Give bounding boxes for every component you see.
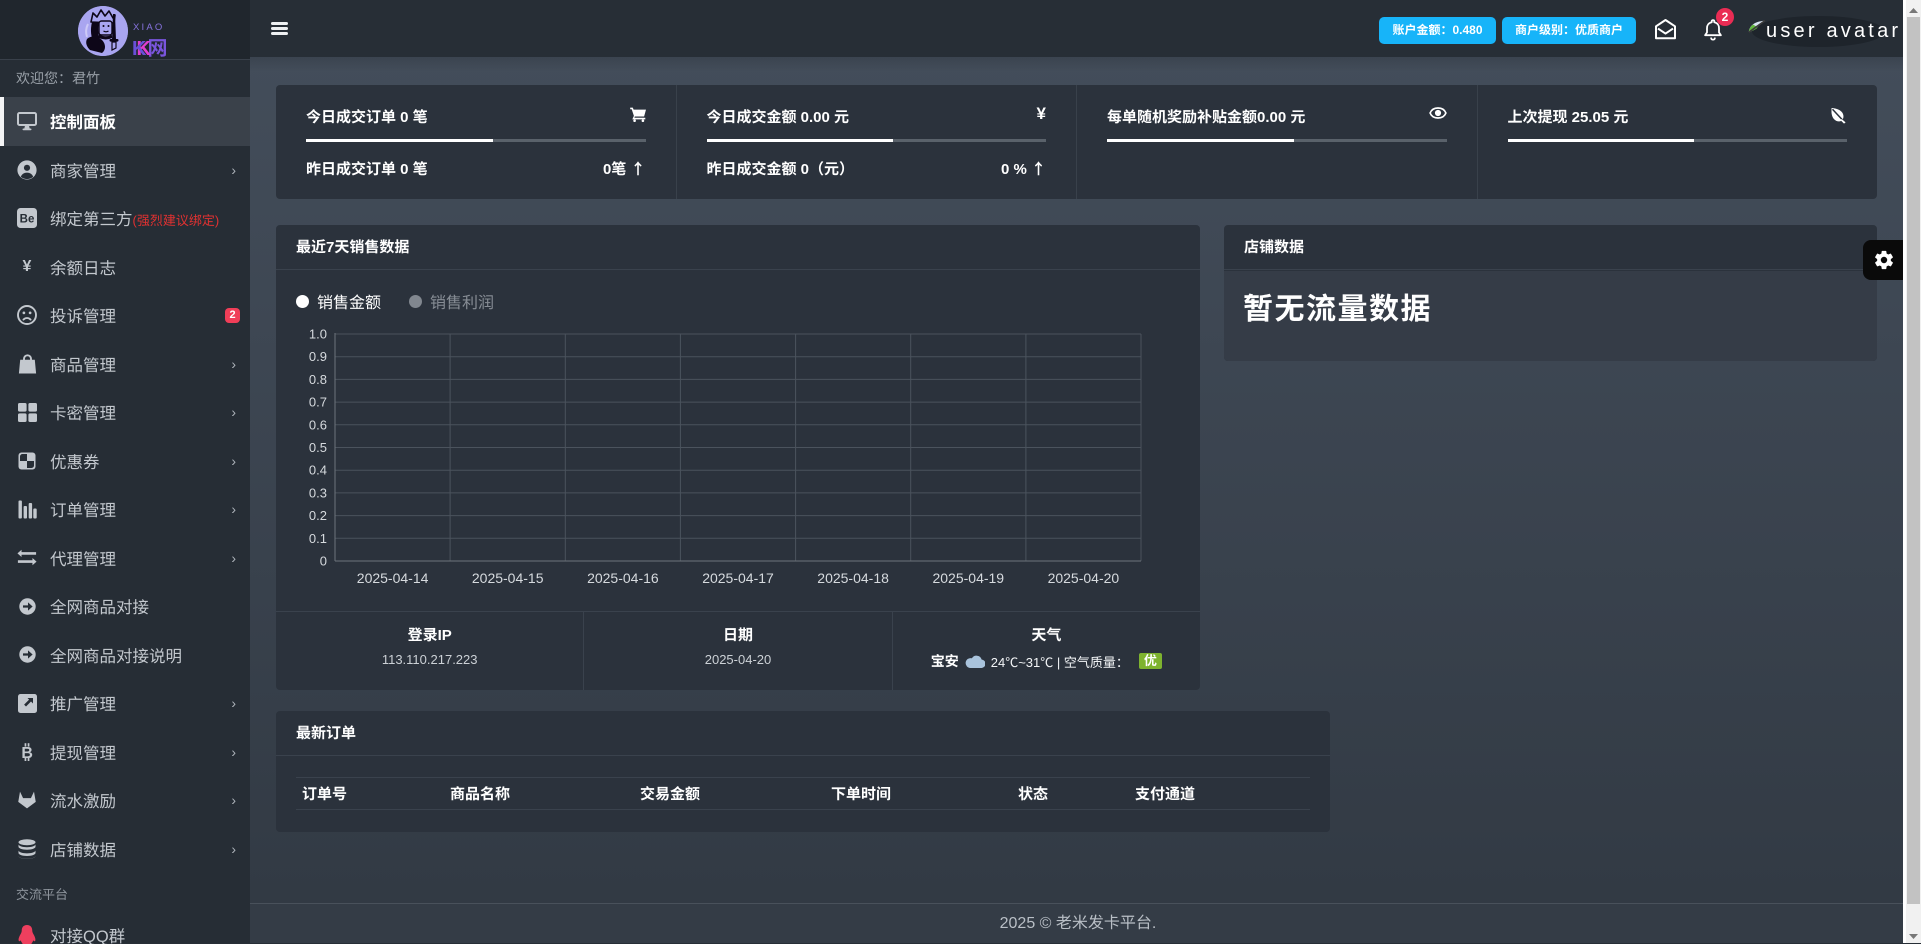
svg-text:0.3: 0.3: [309, 485, 327, 500]
svg-text:0: 0: [320, 554, 327, 569]
svg-text:0.1: 0.1: [309, 531, 327, 546]
svg-text:0.5: 0.5: [309, 440, 327, 455]
svg-text:0.7: 0.7: [309, 395, 327, 410]
svg-text:0.8: 0.8: [309, 372, 327, 387]
svg-text:0.9: 0.9: [309, 349, 327, 364]
svg-text:1.0: 1.0: [309, 327, 327, 342]
svg-text:2025-04-19: 2025-04-19: [932, 570, 1004, 586]
svg-text:2025-04-17: 2025-04-17: [702, 570, 774, 586]
svg-text:Be: Be: [20, 214, 35, 226]
svg-text:B: B: [21, 745, 33, 762]
svg-text:2025-04-16: 2025-04-16: [587, 570, 659, 586]
svg-text:2025-04-18: 2025-04-18: [817, 570, 889, 586]
svg-text:0.6: 0.6: [309, 417, 327, 432]
svg-text:2025-04-20: 2025-04-20: [1048, 570, 1120, 586]
svg-text:2025-04-15: 2025-04-15: [472, 570, 544, 586]
svg-text:2025-04-14: 2025-04-14: [357, 570, 429, 586]
svg-text:0.4: 0.4: [309, 463, 327, 478]
svg-text:0.2: 0.2: [309, 508, 327, 523]
